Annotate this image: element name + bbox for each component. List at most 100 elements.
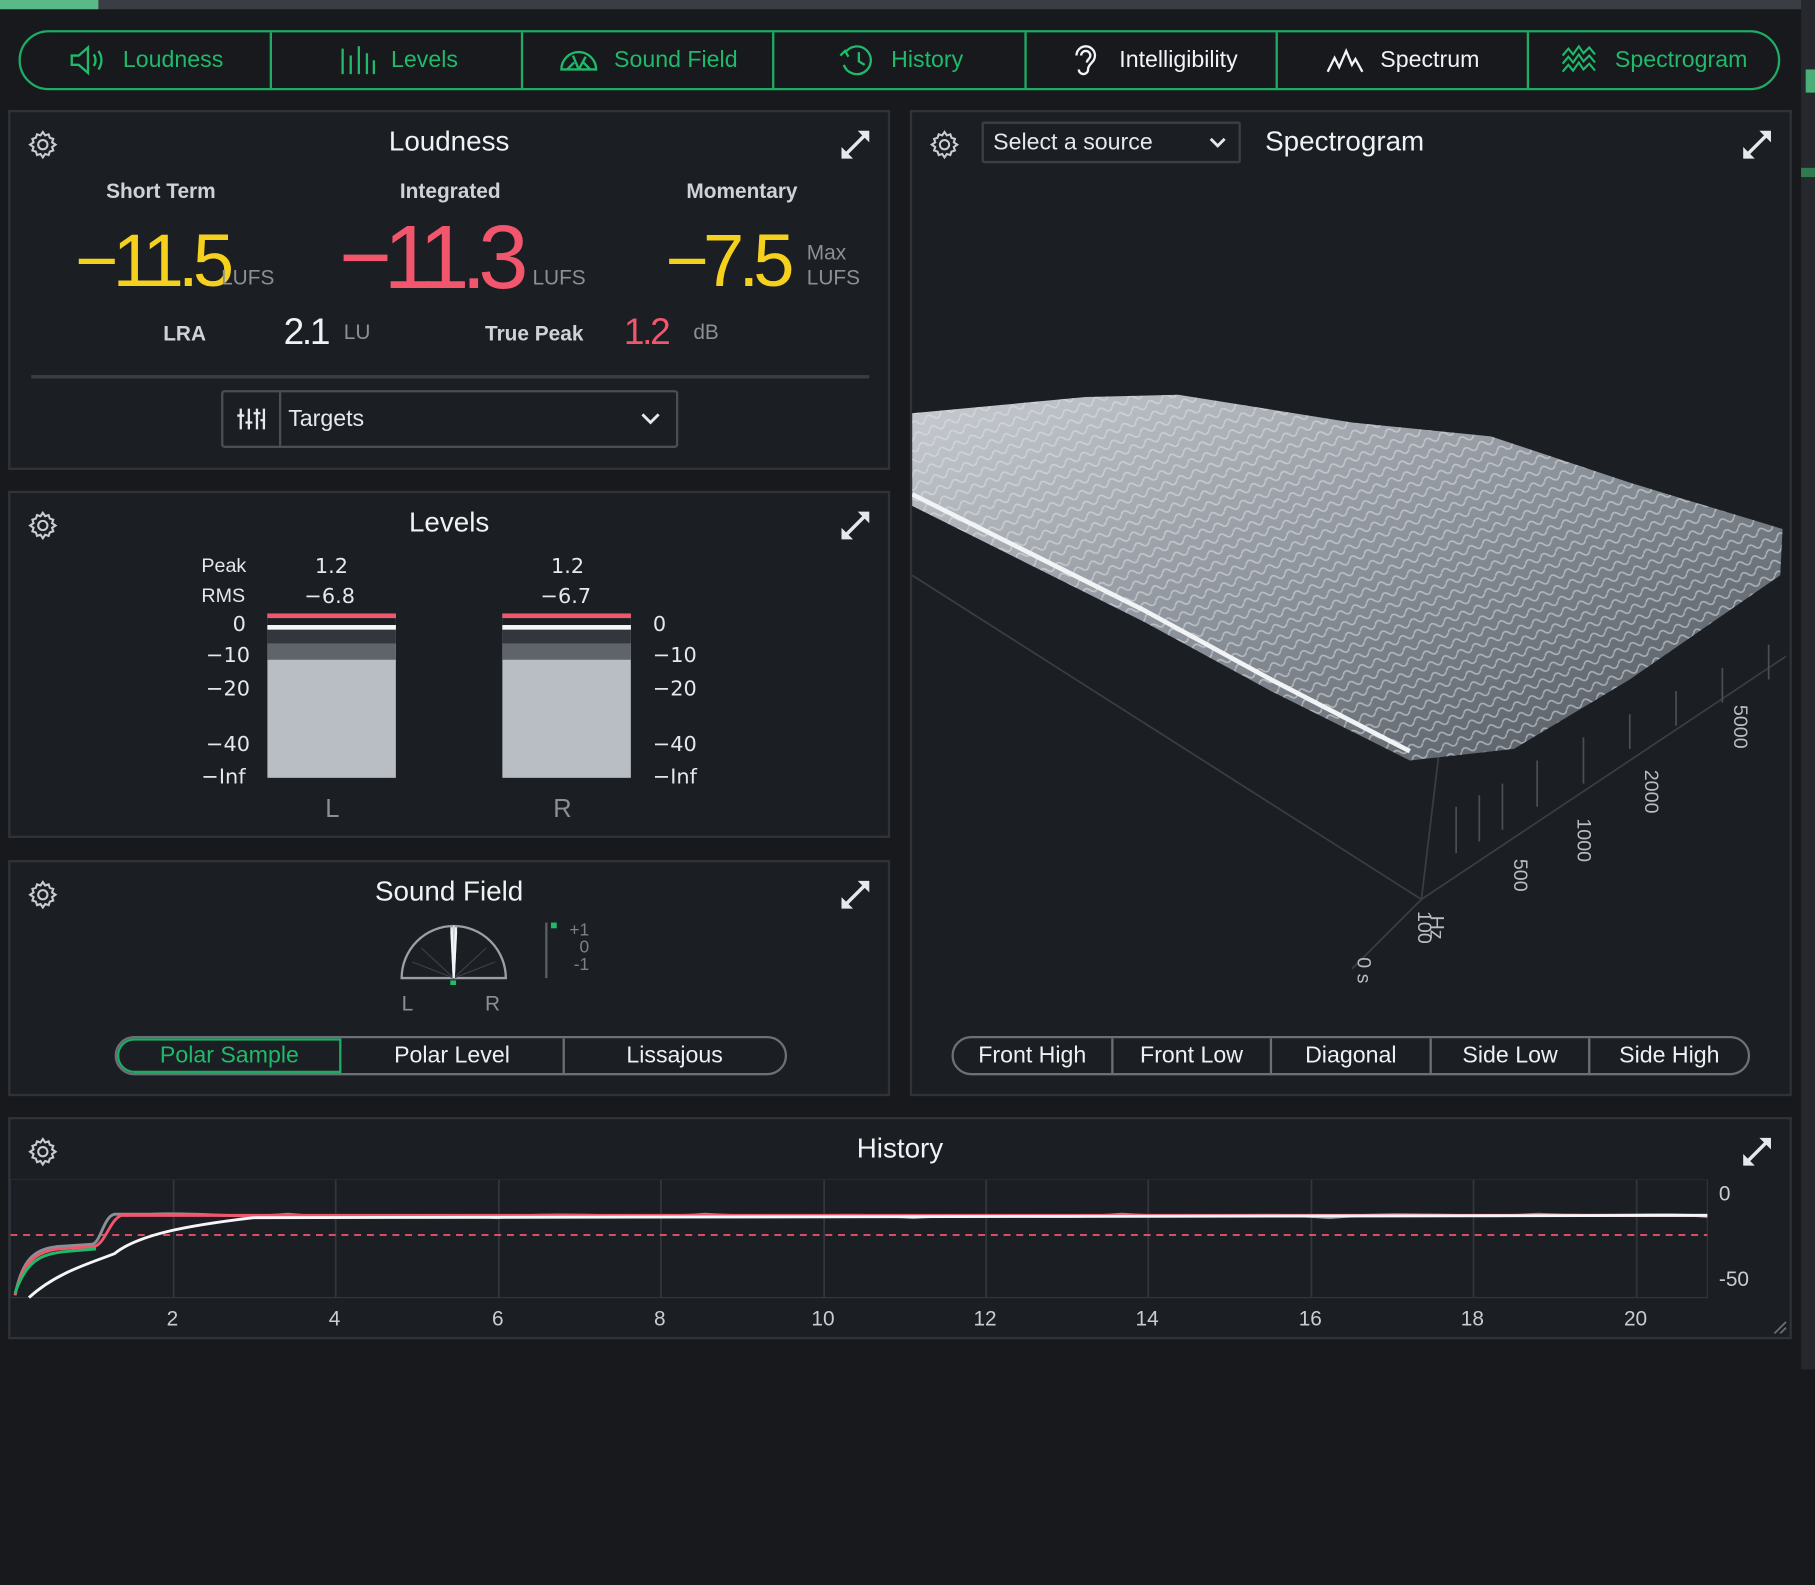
view-front-low-button[interactable]: Front Low — [1113, 1038, 1273, 1074]
sound-field-mode-selector: Polar Sample Polar Level Lissajous — [114, 1035, 788, 1076]
polar-level-button[interactable]: Polar Level — [342, 1038, 565, 1074]
polar-sample-button[interactable]: Polar Sample — [116, 1038, 342, 1074]
scale-left-20: −20 — [206, 677, 251, 702]
panel-title: Spectrogram — [1265, 126, 1425, 158]
history-x-label: 2 — [166, 1306, 179, 1330]
sound-field-left-label: L — [401, 991, 414, 1016]
freq-label-2000: 2000 — [1640, 769, 1663, 814]
panel-title: History — [856, 1133, 944, 1165]
panel-title: Levels — [408, 506, 490, 539]
resize-grip-icon[interactable] — [1771, 1318, 1787, 1335]
right-channel-label: R — [553, 794, 572, 823]
history-x-axis: 2 4 6 8 10 12 14 16 18 20 — [10, 1307, 1707, 1332]
freq-unit-label: Hz — [1426, 915, 1449, 940]
true-peak-value: 1.2 — [623, 310, 671, 352]
soundfield-icon — [560, 50, 598, 71]
window-edge-strip — [1801, 0, 1815, 1370]
view-side-high-button[interactable]: Side High — [1591, 1038, 1748, 1073]
tab-history[interactable]: History — [775, 32, 1027, 88]
short-term-unit: LUFS — [221, 266, 275, 290]
correlation-meter — [545, 922, 548, 979]
ear-icon — [1075, 45, 1097, 76]
scale-right-inf: −Inf — [652, 765, 697, 790]
loudness-panel: Loudness Short Term Integrated Momentary… — [8, 109, 891, 470]
expand-icon[interactable] — [839, 879, 871, 911]
tab-label: Sound Field — [614, 46, 738, 73]
tab-label: Levels — [390, 46, 458, 73]
peak-label: Peak — [201, 554, 247, 577]
history-y-label-50: -50 — [1718, 1267, 1750, 1291]
true-peak-unit: dB — [693, 320, 719, 344]
history-panel: History 0 -50 2 4 6 8 10 12 14 16 18 20 — [8, 1116, 1792, 1340]
expand-icon[interactable] — [839, 509, 871, 541]
spectrogram-3d-view — [912, 394, 1787, 970]
expand-icon[interactable] — [1741, 1136, 1773, 1168]
panel-title: Loudness — [388, 126, 510, 158]
scale-left-0: 0 — [232, 612, 246, 637]
levels-icon — [341, 46, 375, 75]
freq-label-1000: 1000 — [1573, 818, 1596, 863]
source-select-label: Select a source — [993, 129, 1153, 155]
left-rms-value: −6.8 — [304, 584, 356, 609]
tab-spectrogram[interactable]: Spectrogram — [1529, 32, 1778, 88]
tab-label: Spectrum — [1380, 46, 1480, 73]
time-label: 0 s — [1353, 957, 1376, 984]
history-x-label: 10 — [811, 1306, 835, 1330]
view-side-low-button[interactable]: Side Low — [1432, 1038, 1591, 1074]
settings-gear-icon[interactable] — [928, 128, 960, 160]
app-window: Loudness Levels Sound Field History Inte… — [0, 0, 1815, 1370]
tab-loudness[interactable]: Loudness — [21, 32, 273, 88]
freq-label-5000: 5000 — [1729, 704, 1752, 749]
scale-right-20: −20 — [652, 677, 697, 702]
left-channel-label: L — [325, 794, 340, 823]
history-x-label: 16 — [1298, 1306, 1322, 1330]
history-graph — [10, 1179, 1708, 1299]
lra-value: 2.1 — [283, 310, 331, 352]
history-x-label: 20 — [1623, 1306, 1648, 1330]
tab-label: Spectrogram — [1614, 46, 1748, 73]
playback-progress-bar[interactable] — [0, 0, 1815, 10]
freq-label-500: 500 — [1509, 858, 1532, 892]
sound-field-right-label: R — [484, 991, 501, 1016]
progress-fill — [0, 0, 99, 10]
tab-sound-field[interactable]: Sound Field — [524, 32, 775, 88]
tab-label: Intelligibility — [1119, 46, 1238, 73]
rms-label: RMS — [201, 584, 246, 607]
correlation-scale: +1 0 -1 — [561, 921, 589, 973]
short-term-value: −11.5 — [75, 218, 234, 303]
scale-right-40: −40 — [652, 732, 697, 758]
short-term-label: Short Term — [106, 179, 216, 203]
history-x-label: 14 — [1135, 1306, 1159, 1330]
targets-label: Targets — [288, 405, 365, 432]
panel-title: Sound Field — [374, 876, 524, 908]
momentary-max-label: Max — [806, 240, 847, 264]
scale-right-0: 0 — [652, 612, 667, 637]
left-peak-value: 1.2 — [314, 554, 348, 579]
view-diagonal-button[interactable]: Diagonal — [1272, 1038, 1432, 1074]
spectrum-icon — [1327, 47, 1364, 73]
expand-icon[interactable] — [1741, 128, 1773, 160]
momentary-value: −7.5 — [665, 218, 795, 303]
true-peak-label: True Peak — [484, 321, 584, 345]
lra-unit: LU — [343, 320, 371, 344]
scale-left-10: −10 — [206, 643, 251, 668]
expand-icon[interactable] — [839, 128, 871, 160]
tab-intelligibility[interactable]: Intelligibility — [1026, 32, 1278, 88]
source-select[interactable]: Select a source — [981, 121, 1241, 164]
targets-dropdown[interactable]: Targets — [221, 390, 679, 448]
chevron-down-icon — [1209, 137, 1226, 148]
momentary-label: Momentary — [686, 179, 798, 203]
view-front-high-button[interactable]: Front High — [954, 1038, 1114, 1074]
tab-spectrum[interactable]: Spectrum — [1278, 32, 1529, 88]
tab-levels[interactable]: Levels — [272, 32, 524, 88]
tab-label: History — [891, 46, 964, 73]
integrated-value: −11.3 — [339, 206, 528, 308]
history-icon — [839, 45, 872, 76]
lra-label: LRA — [163, 321, 207, 345]
correlation-indicator — [550, 922, 557, 929]
spectrogram-icon — [1562, 44, 1597, 73]
module-tab-bar: Loudness Levels Sound Field History Inte… — [18, 30, 1781, 91]
spectrogram-panel: Select a source Spectrogram 100 500 1000… — [909, 109, 1792, 1097]
lissajous-button[interactable]: Lissajous — [564, 1038, 784, 1073]
history-x-label: 18 — [1460, 1306, 1484, 1330]
